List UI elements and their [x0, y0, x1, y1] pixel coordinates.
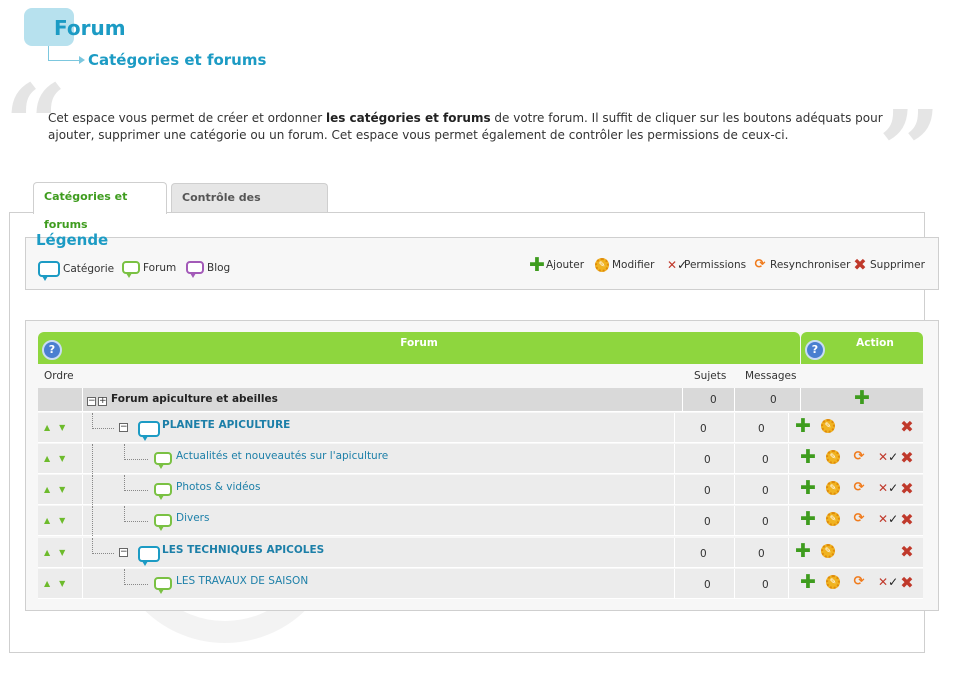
move-arrows-icon[interactable]: ▲▼ [44, 579, 74, 588]
move-arrows-icon[interactable]: ▲▼ [44, 454, 74, 463]
table-row: ▲▼ − LES TECHNIQUES APICOLES 0 0 ✚ ✎ ✖ [38, 538, 923, 568]
add-icon[interactable]: ✚ [800, 479, 816, 498]
help-icon[interactable]: ? [805, 340, 825, 360]
blog-icon [186, 261, 204, 278]
legend-box: Légende Catégorie Forum Blog ✚ Ajouter ✎… [25, 231, 939, 290]
permissions-icon[interactable]: ✕✓ [878, 450, 898, 464]
legend-delete: ✖ Supprimer [853, 255, 925, 274]
legend-category: Catégorie [34, 258, 114, 281]
forum-icon [154, 514, 172, 531]
breadcrumb-line [48, 46, 49, 60]
forum-column-header: ? Forum [38, 332, 800, 364]
collapse-icon[interactable]: − [87, 397, 96, 406]
tab-categories-forums[interactable]: Catégories et forums [33, 182, 167, 231]
table-row: ▲▼ Photos & vidéos 0 0 ✚ ✎ ⟳ ✕✓ ✖ [38, 475, 923, 505]
add-icon: ✚ [529, 254, 545, 276]
intro-bold: les catégories et forums [325, 111, 491, 125]
move-arrows-icon[interactable]: ▲▼ [44, 485, 74, 494]
col-order: Ordre [44, 370, 74, 382]
edit-icon[interactable]: ✎ [826, 512, 840, 526]
permissions-icon[interactable]: ✕✓ [878, 575, 898, 589]
forum-icon [154, 452, 172, 469]
edit-icon[interactable]: ✎ [826, 450, 840, 464]
category-icon [34, 258, 60, 281]
forum-icon [154, 483, 172, 500]
edit-icon[interactable]: ✎ [821, 544, 835, 558]
table-row: ▲▼ Divers 0 0 ✚ ✎ ⟳ ✕✓ ✖ [38, 506, 923, 536]
collapse-icon[interactable]: − [119, 548, 128, 557]
legend-edit: ✎ Modifier [595, 258, 654, 272]
tab-permissions[interactable]: Contrôle des Permissions [171, 183, 328, 232]
legend-permissions: ✕✓ Permissions [667, 258, 747, 272]
resync-icon[interactable]: ⟳ [852, 575, 866, 589]
page-title: Forum [54, 16, 126, 40]
expand-icon[interactable]: + [98, 397, 107, 406]
table-row: ▲▼ Actualités et nouveautés sur l'apicul… [38, 444, 923, 474]
move-arrows-icon[interactable]: ▲▼ [44, 548, 74, 557]
edit-icon[interactable]: ✎ [826, 575, 840, 589]
edit-icon[interactable]: ✎ [826, 481, 840, 495]
delete-icon[interactable]: ✖ [900, 419, 914, 435]
category-icon [134, 418, 160, 441]
add-icon[interactable]: ✚ [795, 417, 811, 436]
resync-icon[interactable]: ⟳ [852, 450, 866, 464]
add-icon[interactable]: ✚ [800, 573, 816, 592]
edit-icon: ✎ [595, 258, 609, 272]
legend-resync: ⟳ Resynchroniser [754, 257, 851, 272]
add-icon[interactable]: ✚ [800, 448, 816, 467]
page-subtitle: Catégories et forums [88, 51, 267, 69]
intro-text: Cet espace vous permet de créer et ordon… [48, 111, 883, 142]
col-topics: Sujets [694, 370, 727, 382]
forum-icon [122, 261, 140, 278]
delete-icon[interactable]: ✖ [900, 450, 914, 466]
root-name: Forum apiculture et abeilles [111, 393, 278, 405]
forum-table: ? Forum ? Action Ordre Sujets Messages −… [25, 320, 939, 611]
permissions-icon[interactable]: ✕✓ [878, 481, 898, 495]
breadcrumb-arrow-icon [79, 56, 85, 64]
move-arrows-icon[interactable]: ▲▼ [44, 423, 74, 432]
category-icon [134, 543, 160, 566]
add-icon[interactable]: ✚ [854, 389, 870, 408]
table-row: ▲▼ − PLANETE APICULTURE 0 0 ✚ ✎ ✖ [38, 413, 923, 443]
help-icon[interactable]: ? [42, 340, 62, 360]
edit-icon[interactable]: ✎ [821, 419, 835, 433]
forum-icon [154, 577, 172, 594]
delete-icon[interactable]: ✖ [900, 481, 914, 497]
delete-icon[interactable]: ✖ [900, 544, 914, 560]
table-row: ▲▼ LES TRAVAUX DE SAISON 0 0 ✚ ✎ ⟳ ✕✓ ✖ [38, 569, 923, 599]
delete-icon[interactable]: ✖ [900, 575, 914, 591]
legend-add: ✚ Ajouter [529, 254, 585, 276]
legend-forum: Forum [122, 261, 176, 278]
delete-icon[interactable]: ✖ [900, 512, 914, 528]
move-arrows-icon[interactable]: ▲▼ [44, 516, 74, 525]
action-column-header: ? Action [801, 332, 923, 364]
table-row-root: − + Forum apiculture et abeilles 0 0 ✚ [38, 388, 923, 412]
permissions-icon[interactable]: ✕✓ [878, 512, 898, 526]
collapse-icon[interactable]: − [119, 423, 128, 432]
add-icon[interactable]: ✚ [800, 510, 816, 529]
legend-blog: Blog [186, 261, 230, 278]
delete-icon: ✖ [853, 255, 867, 274]
resync-icon: ⟳ [754, 257, 766, 272]
permissions-icon: ✕✓ [667, 258, 688, 272]
col-messages: Messages [745, 370, 797, 382]
resync-icon[interactable]: ⟳ [852, 481, 866, 495]
resync-icon[interactable]: ⟳ [852, 512, 866, 526]
add-icon[interactable]: ✚ [795, 542, 811, 561]
